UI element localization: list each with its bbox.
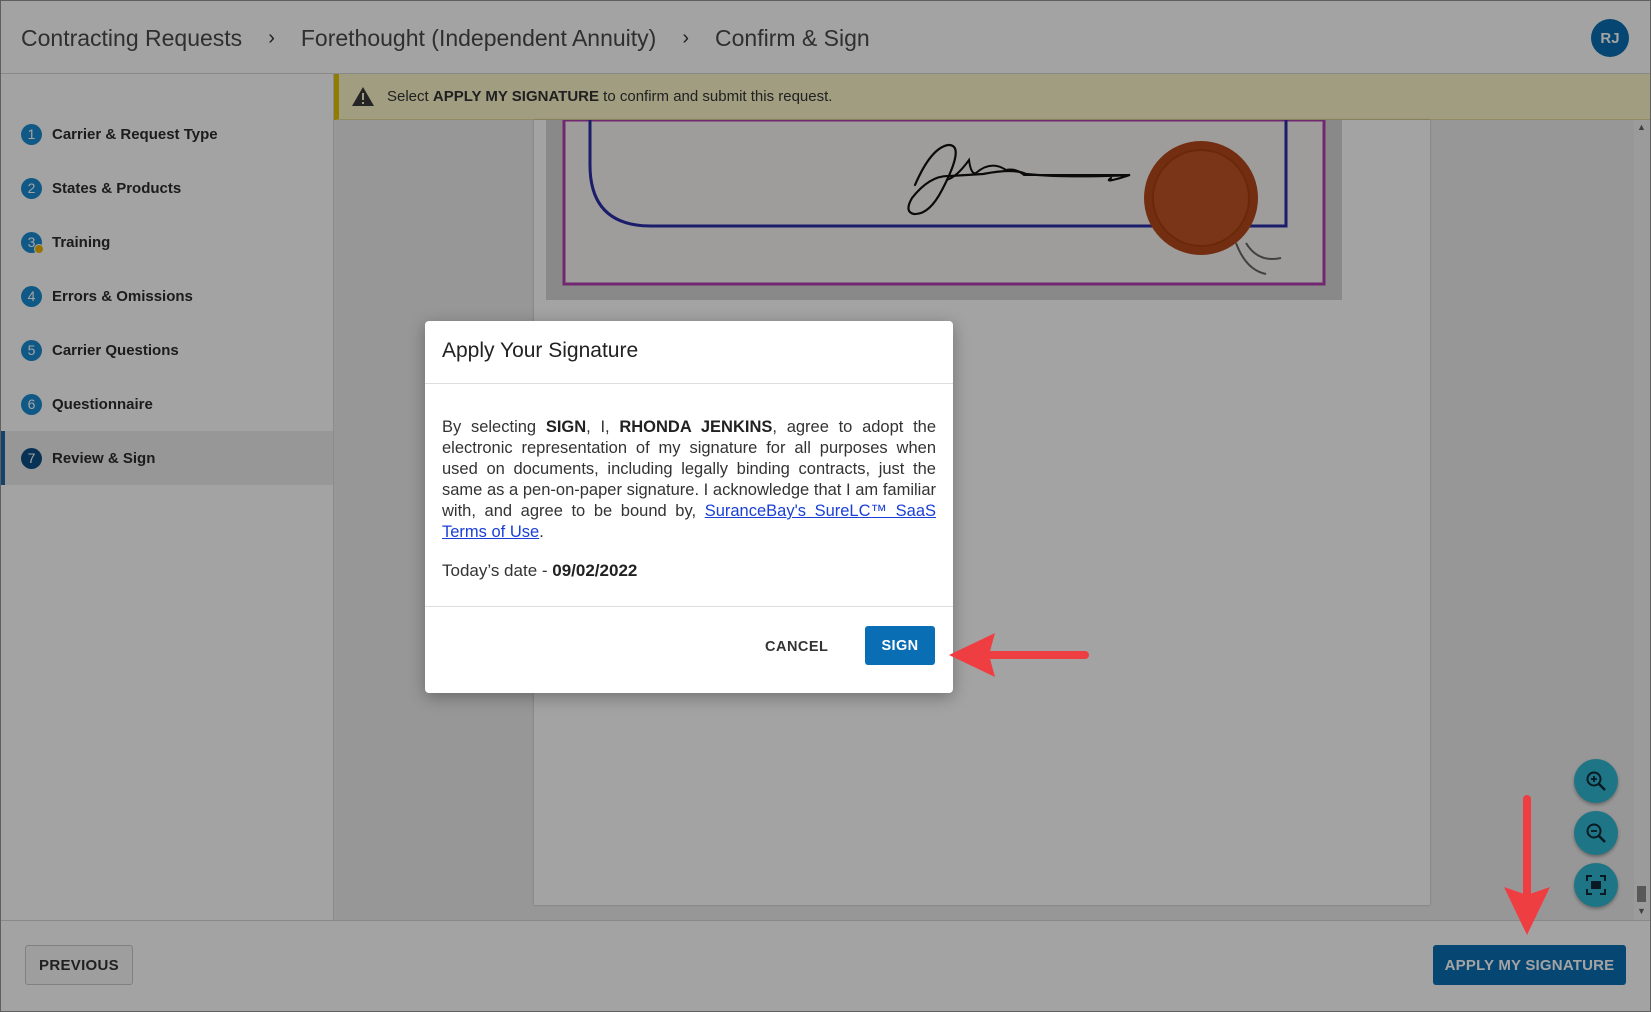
dialog-divider (425, 606, 953, 607)
cancel-button[interactable]: CANCEL (765, 639, 828, 655)
annotation-arrow-left-icon (949, 633, 1089, 677)
dialog-consent-text: By selecting SIGN, I, RHONDA JENKINS, ag… (442, 417, 936, 543)
dialog-title: Apply Your Signature (442, 339, 639, 362)
apply-signature-dialog: Apply Your Signature By selecting SIGN, … (425, 321, 953, 693)
consent-text-part: . (539, 523, 544, 541)
date-label: Today’s date - (442, 561, 553, 580)
consent-text-part: , I, (586, 418, 620, 436)
consent-signer-name: RHONDA JENKINS (619, 418, 773, 436)
app-window: Contracting Requests › Forethought (Inde… (0, 0, 1651, 1012)
todays-date: Today’s date - 09/02/2022 (442, 561, 637, 581)
dialog-divider (425, 383, 953, 384)
date-value: 09/02/2022 (552, 561, 638, 580)
sign-button[interactable]: SIGN (865, 626, 935, 665)
consent-sign-word: SIGN (545, 418, 587, 436)
consent-text-part: By selecting (442, 418, 546, 436)
annotation-arrow-down-icon (1504, 795, 1550, 935)
